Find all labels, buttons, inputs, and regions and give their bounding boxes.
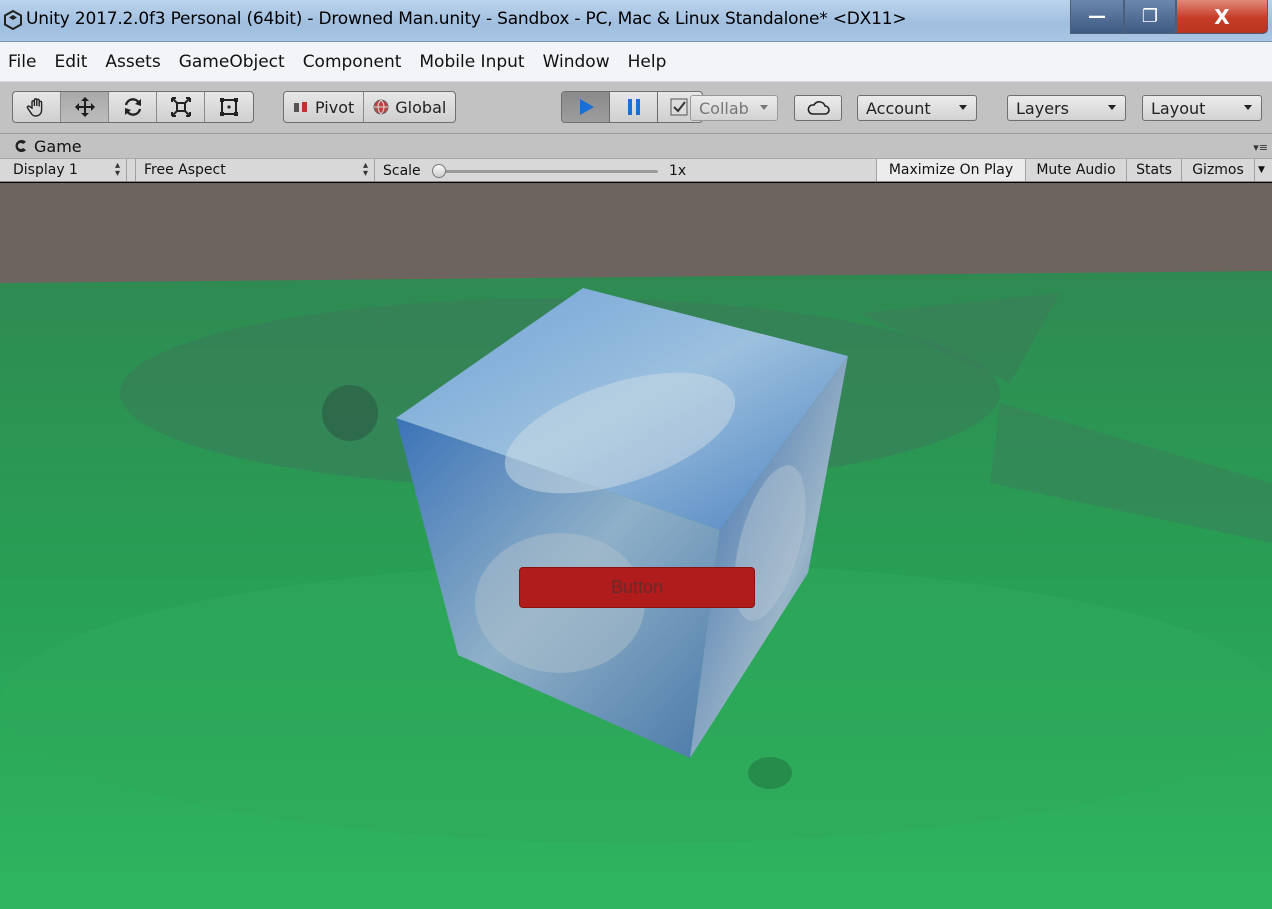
play-icon (579, 99, 594, 115)
step-icon (670, 98, 688, 116)
rotate-tool-button[interactable] (109, 92, 157, 122)
close-icon: X (1214, 4, 1230, 29)
aspect-select[interactable]: Free Aspect ▴ ▾ (135, 159, 375, 181)
pivot-button[interactable]: Pivot (284, 92, 365, 122)
scale-value: 1x (669, 163, 687, 179)
cloud-button[interactable] (794, 95, 842, 121)
move-tool-button[interactable] (61, 92, 109, 122)
collab-dropdown[interactable]: Collab (690, 95, 778, 121)
menu-assets[interactable]: Assets (97, 52, 170, 72)
rotate-tool-icon (124, 98, 141, 116)
unity-logo-icon (4, 10, 22, 30)
stats-toggle[interactable]: Stats (1126, 159, 1181, 181)
close-button[interactable]: X (1176, 0, 1268, 34)
main-toolbar: Pivot Global Collab Account Layers Layou… (0, 82, 1272, 134)
play-controls (561, 91, 703, 123)
layers-label: Layers (1016, 98, 1069, 118)
chevron-down-icon: ▼ (1258, 165, 1265, 175)
scale-tool-button[interactable] (157, 92, 205, 122)
scale-slider-track[interactable] (440, 170, 658, 173)
collab-label: Collab (699, 98, 749, 118)
menu-gameobject[interactable]: GameObject (171, 52, 295, 72)
global-label: Global (395, 97, 447, 117)
tab-game-label: Game (34, 136, 82, 156)
stats-label: Stats (1136, 162, 1172, 178)
menu-component[interactable]: Component (295, 52, 412, 72)
menu-bar: File Edit Assets GameObject Component Mo… (0, 42, 1272, 82)
globe-icon (373, 99, 389, 115)
gizmos-toggle[interactable]: Gizmos (1181, 159, 1254, 181)
scale-tool-icon (170, 97, 191, 117)
layers-dropdown[interactable]: Layers (1007, 95, 1126, 121)
minimize-button[interactable]: — (1070, 0, 1124, 34)
aspect-label: Free Aspect (144, 162, 226, 178)
tab-game[interactable]: Game (6, 134, 90, 158)
tab-options-icon[interactable]: ▾≡ (1253, 141, 1268, 154)
menu-window[interactable]: Window (535, 52, 620, 72)
account-dropdown[interactable]: Account (857, 95, 977, 121)
maximize-on-play-label: Maximize On Play (888, 162, 1014, 178)
mute-audio-toggle[interactable]: Mute Audio (1025, 159, 1126, 181)
pause-button[interactable] (610, 92, 658, 122)
chevron-down-icon (760, 105, 768, 110)
account-label: Account (866, 98, 931, 118)
hand-tool-icon (26, 98, 42, 117)
chevron-down-icon (1108, 105, 1116, 110)
scale-label: Scale (383, 163, 421, 179)
transform-tools (12, 91, 254, 123)
game-view-controls: Display 1 ▴ ▾ Free Aspect ▴ ▾ Scale 1x Max… (0, 158, 1272, 182)
menu-mobile-input[interactable]: Mobile Input (411, 52, 534, 72)
pivot-icon (294, 102, 307, 112)
minimize-icon: — (1088, 6, 1106, 27)
chevron-down-icon (1244, 105, 1252, 110)
window-controls: — ❐ X (1070, 0, 1268, 36)
pause-icon (627, 99, 640, 115)
gizmos-dropdown[interactable]: ▼ (1254, 159, 1268, 181)
global-button[interactable]: Global (364, 92, 455, 122)
game-viewport[interactable]: Button (0, 183, 1272, 909)
maximize-on-play-toggle[interactable]: Maximize On Play (876, 159, 1025, 181)
ui-button-label: Button (610, 577, 664, 597)
updown-arrows-icon: ▴ ▾ (114, 160, 120, 179)
display-label: Display 1 (13, 162, 78, 178)
pivot-global-toggle: Pivot Global (283, 91, 457, 123)
ui-button[interactable]: Button (519, 567, 755, 608)
chevron-down-icon (959, 105, 967, 110)
window-title: Unity 2017.2.0f3 Personal (64bit) - Drow… (26, 9, 907, 29)
hand-tool-button[interactable] (13, 92, 61, 122)
play-button[interactable] (562, 92, 610, 122)
rect-tool-button[interactable] (205, 92, 253, 122)
window-title-bar[interactable]: Unity 2017.2.0f3 Personal (64bit) - Drow… (0, 0, 1272, 42)
game-scene (0, 271, 1272, 909)
pivot-label: Pivot (315, 97, 355, 117)
scale-slider-handle[interactable] (432, 164, 446, 178)
maximize-button[interactable]: ❐ (1124, 0, 1176, 34)
layout-label: Layout (1151, 98, 1206, 118)
game-controller-icon (15, 140, 26, 152)
menu-help[interactable]: Help (620, 52, 677, 72)
mute-audio-label: Mute Audio (1036, 162, 1116, 178)
cloud-icon (807, 101, 830, 115)
gizmos-label: Gizmos (1192, 162, 1244, 178)
move-tool-icon (74, 97, 95, 117)
layout-dropdown[interactable]: Layout (1142, 95, 1262, 121)
menu-edit[interactable]: Edit (46, 52, 97, 72)
rect-tool-icon (220, 98, 238, 116)
updown-arrows-icon: ▴ ▾ (362, 160, 368, 179)
game-tab-bar: Game ▾≡ (0, 134, 1272, 158)
restore-icon: ❐ (1141, 6, 1159, 27)
display-select[interactable]: Display 1 ▴ ▾ (5, 159, 127, 181)
menu-file[interactable]: File (0, 52, 46, 72)
